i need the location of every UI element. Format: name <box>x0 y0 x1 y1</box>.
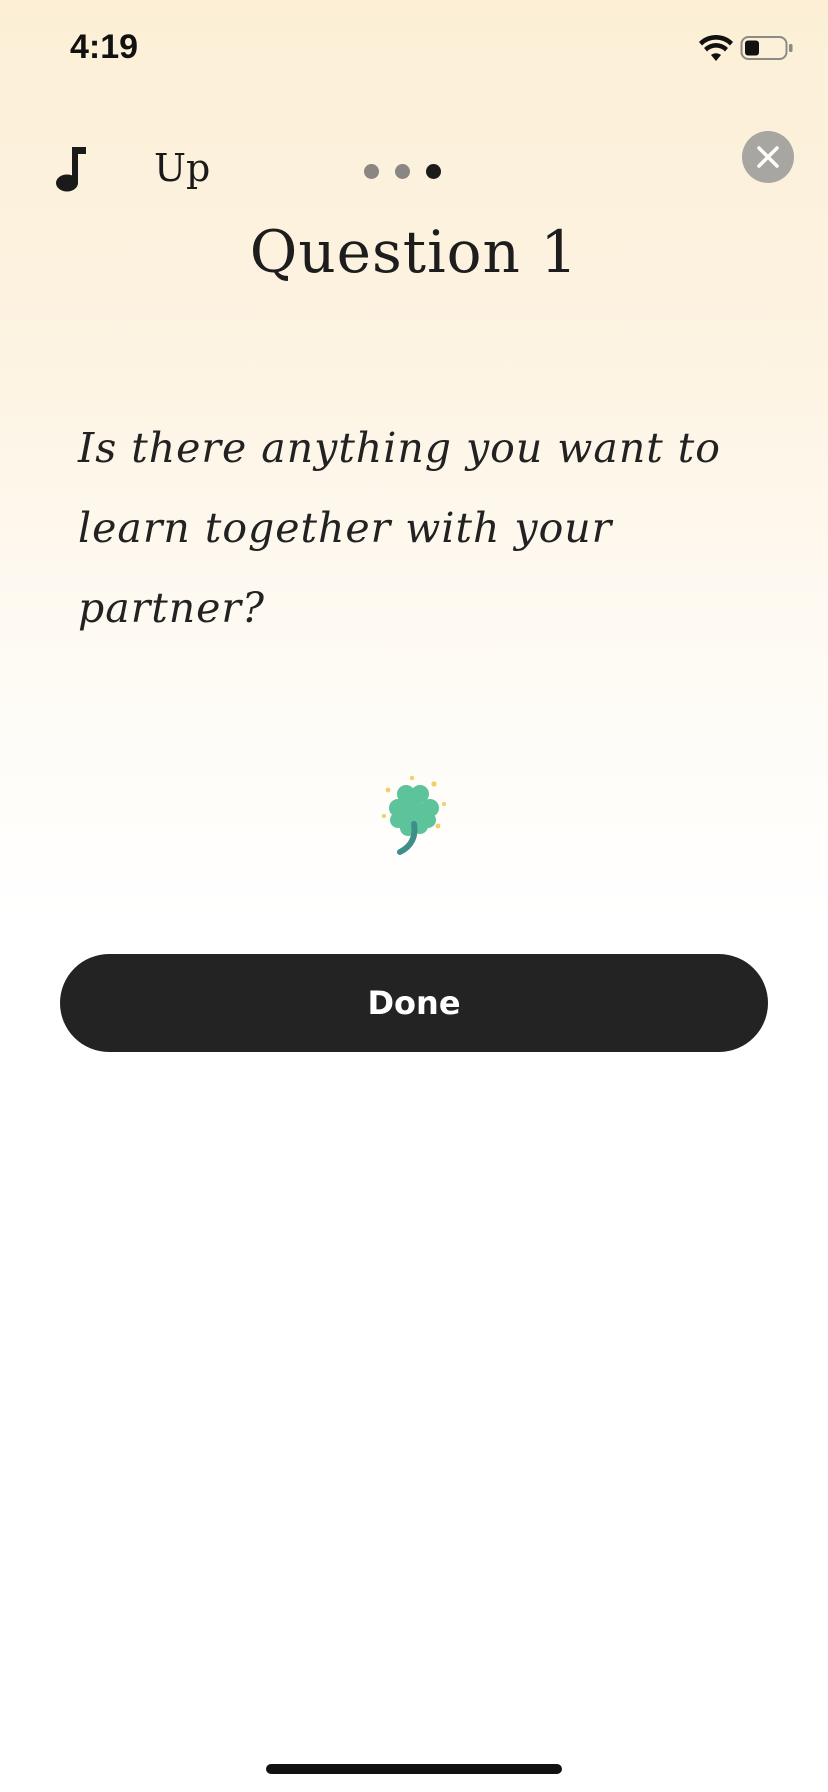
status-bar: 4:19 <box>0 0 828 100</box>
close-button[interactable] <box>742 131 794 183</box>
music-button[interactable] <box>46 140 96 196</box>
music-note-icon <box>56 147 86 192</box>
page-indicator <box>364 164 441 179</box>
wifi-icon <box>699 34 733 61</box>
page-dot <box>364 164 379 179</box>
close-icon <box>757 146 779 168</box>
page-dot <box>395 164 410 179</box>
home-indicator[interactable] <box>266 1764 562 1774</box>
battery-icon <box>740 36 793 60</box>
done-button[interactable]: Done <box>60 954 768 1052</box>
four-leaf-clover-icon <box>382 775 446 855</box>
question-text: Is there anything you want to learn toge… <box>78 424 721 632</box>
question-title: Question 1 <box>249 218 579 286</box>
page-dot-active <box>426 164 441 179</box>
track-name: Up <box>154 146 211 190</box>
status-time: 4:19 <box>70 28 139 66</box>
